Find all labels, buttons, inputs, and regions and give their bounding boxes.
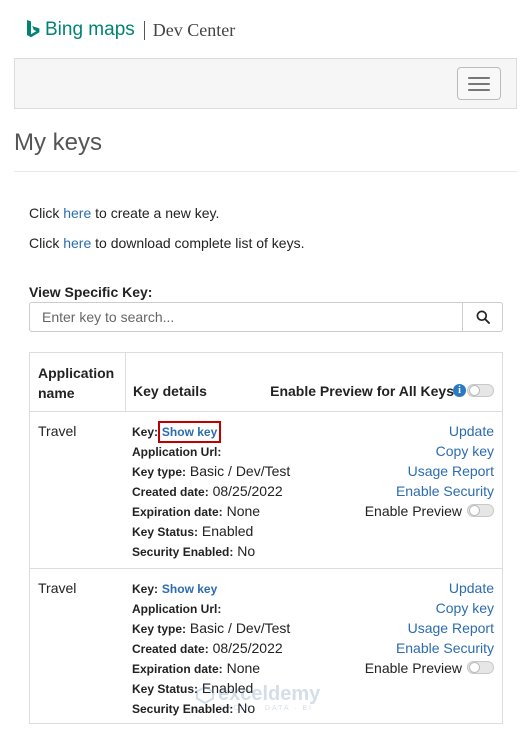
create-key-text: Click here to create a new key. (29, 205, 219, 221)
info-icon[interactable]: i (453, 384, 466, 397)
key-type-value: Basic / Dev/Test (189, 620, 291, 636)
update-link[interactable]: Update (449, 423, 494, 439)
key-status-field: Key Status: Enabled (132, 680, 253, 696)
security-enabled-field: Security Enabled: No (132, 700, 255, 716)
security-enabled-label: Security Enabled: (132, 702, 234, 716)
security-enabled-value: No (237, 543, 256, 559)
search-box (29, 302, 503, 332)
key-field: Key: Show key (132, 580, 217, 596)
expiration-date-field: Expiration date: None (132, 503, 260, 519)
security-enabled-value: No (237, 700, 256, 716)
key-type-field: Key type: Basic / Dev/Test (132, 463, 290, 479)
search-button[interactable] (462, 303, 502, 331)
created-date-label: Created date: (132, 642, 209, 656)
column-header-application-name: Application name (38, 365, 115, 401)
expiration-date-value: None (226, 660, 261, 676)
update-link[interactable]: Update (449, 580, 494, 596)
key-type-field: Key type: Basic / Dev/Test (132, 620, 290, 636)
key-label: Key: (132, 582, 159, 596)
enable-preview-all-label: Enable Preview for All Keys (270, 383, 454, 399)
table-row: Travel Key: Show key Application Url: Ke… (30, 412, 502, 569)
navbar (14, 58, 517, 109)
security-enabled-field: Security Enabled: No (132, 543, 255, 559)
show-key-link[interactable]: Show key (162, 582, 217, 596)
brand[interactable]: Bing maps Dev Center (26, 18, 235, 42)
brand-separator (143, 20, 145, 40)
expiration-date-label: Expiration date: (132, 505, 223, 519)
key-status-field: Key Status: Enabled (132, 523, 253, 539)
download-keys-suffix: to download complete list of keys. (91, 235, 305, 251)
bing-logo-icon (27, 20, 40, 38)
search-input[interactable] (30, 303, 462, 331)
enable-preview-toggle[interactable] (467, 661, 494, 674)
usage-report-link[interactable]: Usage Report (408, 463, 494, 479)
key-status-label: Key Status: (132, 525, 199, 539)
expiration-date-value: None (226, 503, 261, 519)
key-type-label: Key type: (132, 622, 187, 636)
download-keys-text: Click here to download complete list of … (29, 235, 305, 251)
key-label: Key: (132, 425, 159, 439)
app-url-label: Application Url: (132, 445, 222, 459)
key-field: Key: Show key (132, 421, 222, 443)
app-url-field: Application Url: (132, 443, 221, 459)
application-name: Travel (38, 580, 77, 596)
usage-report-link[interactable]: Usage Report (408, 620, 494, 636)
show-key-link[interactable]: Show key (157, 421, 222, 443)
page-title: My keys (14, 129, 103, 156)
copy-key-link[interactable]: Copy key (436, 600, 494, 616)
created-date-field: Created date: 08/25/2022 (132, 483, 283, 499)
expiration-date-field: Expiration date: None (132, 660, 260, 676)
key-status-value: Enabled (201, 680, 254, 696)
created-date-value: 08/25/2022 (212, 640, 283, 656)
column-divider (125, 353, 126, 411)
key-status-value: Enabled (201, 523, 254, 539)
enable-security-link[interactable]: Enable Security (396, 640, 494, 656)
hamburger-icon (468, 77, 490, 79)
security-enabled-label: Security Enabled: (132, 545, 234, 559)
enable-preview-label: Enable Preview (364, 503, 462, 519)
download-keys-link[interactable]: here (63, 235, 91, 251)
search-icon (476, 310, 490, 324)
application-name: Travel (38, 423, 77, 439)
hamburger-icon (468, 83, 490, 85)
hamburger-icon (468, 89, 490, 91)
table-header: Application name Key details Enable Prev… (30, 353, 502, 412)
create-key-prefix: Click (29, 205, 64, 221)
key-type-value: Basic / Dev/Test (189, 463, 291, 479)
menu-toggle-button[interactable] (457, 67, 501, 100)
brand-section: Dev Center (152, 19, 236, 40)
enable-preview-toggle[interactable] (467, 504, 494, 517)
divider (14, 171, 517, 172)
brand-name: Bing maps (45, 19, 135, 40)
download-keys-prefix: Click (29, 235, 64, 251)
table-row: Travel Key: Show key Application Url: Ke… (30, 569, 502, 724)
app-url-label: Application Url: (132, 602, 222, 616)
enable-security-link[interactable]: Enable Security (396, 483, 494, 499)
app-url-field: Application Url: (132, 600, 221, 616)
create-key-suffix: to create a new key. (91, 205, 220, 221)
enable-preview-label: Enable Preview (364, 660, 462, 676)
keys-table: Application name Key details Enable Prev… (29, 352, 503, 724)
column-header-key-details: Key details (133, 383, 207, 399)
search-label: View Specific Key: (29, 284, 153, 300)
created-date-field: Created date: 08/25/2022 (132, 640, 283, 656)
expiration-date-label: Expiration date: (132, 662, 223, 676)
enable-preview-all-toggle[interactable] (467, 384, 494, 397)
create-key-link[interactable]: here (63, 205, 91, 221)
created-date-value: 08/25/2022 (212, 483, 283, 499)
key-type-label: Key type: (132, 465, 187, 479)
copy-key-link[interactable]: Copy key (436, 443, 494, 459)
created-date-label: Created date: (132, 485, 209, 499)
key-status-label: Key Status: (132, 682, 199, 696)
